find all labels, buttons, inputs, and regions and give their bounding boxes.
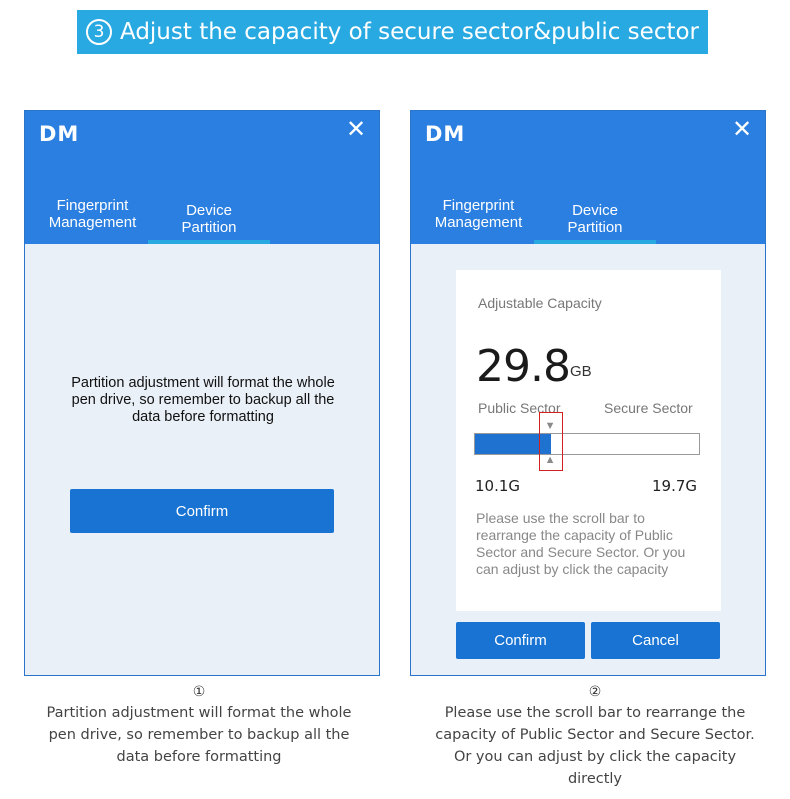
adjustable-capacity-title: Adjustable Capacity: [478, 295, 602, 311]
hint-line: rearrange the capacity of Public: [476, 527, 673, 543]
step-number-badge: 3: [85, 19, 112, 45]
warning-line: Partition adjustment will format the who…: [71, 375, 335, 391]
triangle-up-icon: ▲: [544, 454, 556, 466]
secure-sector-label: Secure Sector: [604, 400, 693, 416]
cancel-button[interactable]: Cancel: [591, 622, 720, 659]
tab-label-line2: Partition: [181, 219, 237, 236]
capacity-panel: Adjustable Capacity 29.8 GB Public Secto…: [456, 270, 721, 611]
caption-line: Partition adjustment will format the who…: [46, 705, 352, 721]
app-window-warning: DM ✕ Fingerprint Management Device Parti…: [24, 110, 380, 676]
caption-line: Please use the scroll bar to rearrange t…: [444, 705, 746, 721]
public-sector-value[interactable]: 10.1G: [475, 477, 520, 495]
slider-hint-text: Please use the scroll bar to rearrange t…: [476, 510, 712, 578]
tab-device-partition[interactable]: Device Partition: [148, 197, 270, 241]
tab-label-line1: Device: [186, 202, 232, 219]
hint-line: Sector and Secure Sector. Or you: [476, 544, 686, 560]
tab-label-line1: Fingerprint: [56, 197, 129, 214]
hint-line: Please use the scroll bar to: [476, 510, 645, 526]
caption-step-1: ① Partition adjustment will format the w…: [14, 682, 384, 768]
capacity-slider-track[interactable]: [474, 433, 700, 455]
caption-line: capacity of Public Sector and Secure Sec…: [435, 727, 755, 743]
caption-number: ②: [588, 684, 602, 700]
close-icon[interactable]: ✕: [343, 117, 369, 143]
capacity-value: 29.8: [476, 341, 571, 392]
dm-logo: DM: [425, 122, 466, 146]
title-bar: DM ✕ Fingerprint Management Device Parti…: [25, 111, 379, 244]
banner-title: Adjust the capacity of secure sector&pub…: [119, 19, 700, 45]
hint-line: can adjust by click the capacity: [476, 561, 669, 577]
instruction-banner: 3 Adjust the capacity of secure sector&p…: [77, 10, 708, 54]
tab-label-line2: Partition: [567, 219, 623, 236]
tab-label-line2: Management: [434, 214, 523, 231]
confirm-button[interactable]: Confirm: [456, 622, 585, 659]
close-icon[interactable]: ✕: [729, 117, 755, 143]
caption-number: ①: [192, 684, 206, 700]
tab-device-partition[interactable]: Device Partition: [534, 197, 656, 241]
caption-line: directly: [567, 771, 623, 787]
warning-line: pen drive, so remember to backup all the: [71, 392, 335, 408]
tab-label-line1: Fingerprint: [442, 197, 515, 214]
app-window-partition: DM ✕ Fingerprint Management Device Parti…: [410, 110, 766, 676]
caption-step-2: ② Please use the scroll bar to rearrange…: [410, 682, 780, 790]
caption-line: pen drive, so remember to backup all the: [48, 727, 350, 743]
confirm-button[interactable]: Confirm: [70, 489, 334, 533]
dm-logo: DM: [39, 122, 80, 146]
warning-line: data before formatting: [132, 409, 274, 425]
slider-handle[interactable]: ▼ ▲: [538, 412, 563, 471]
secure-sector-value[interactable]: 19.7G: [652, 477, 697, 495]
tab-label-line1: Device: [572, 202, 618, 219]
title-bar: DM ✕ Fingerprint Management Device Parti…: [411, 111, 765, 244]
caption-line: Or you can adjust by click the capacity: [453, 749, 737, 765]
capacity-unit: GB: [570, 363, 592, 380]
tab-label-line2: Management: [48, 214, 137, 231]
format-warning-text: Partition adjustment will format the who…: [45, 375, 361, 426]
active-tab-indicator: [534, 240, 656, 244]
triangle-down-icon: ▼: [544, 420, 556, 432]
active-tab-indicator: [148, 240, 270, 244]
tab-fingerprint-management[interactable]: Fingerprint Management: [421, 195, 536, 233]
tab-fingerprint-management[interactable]: Fingerprint Management: [35, 195, 150, 233]
caption-line: data before formatting: [116, 749, 282, 765]
